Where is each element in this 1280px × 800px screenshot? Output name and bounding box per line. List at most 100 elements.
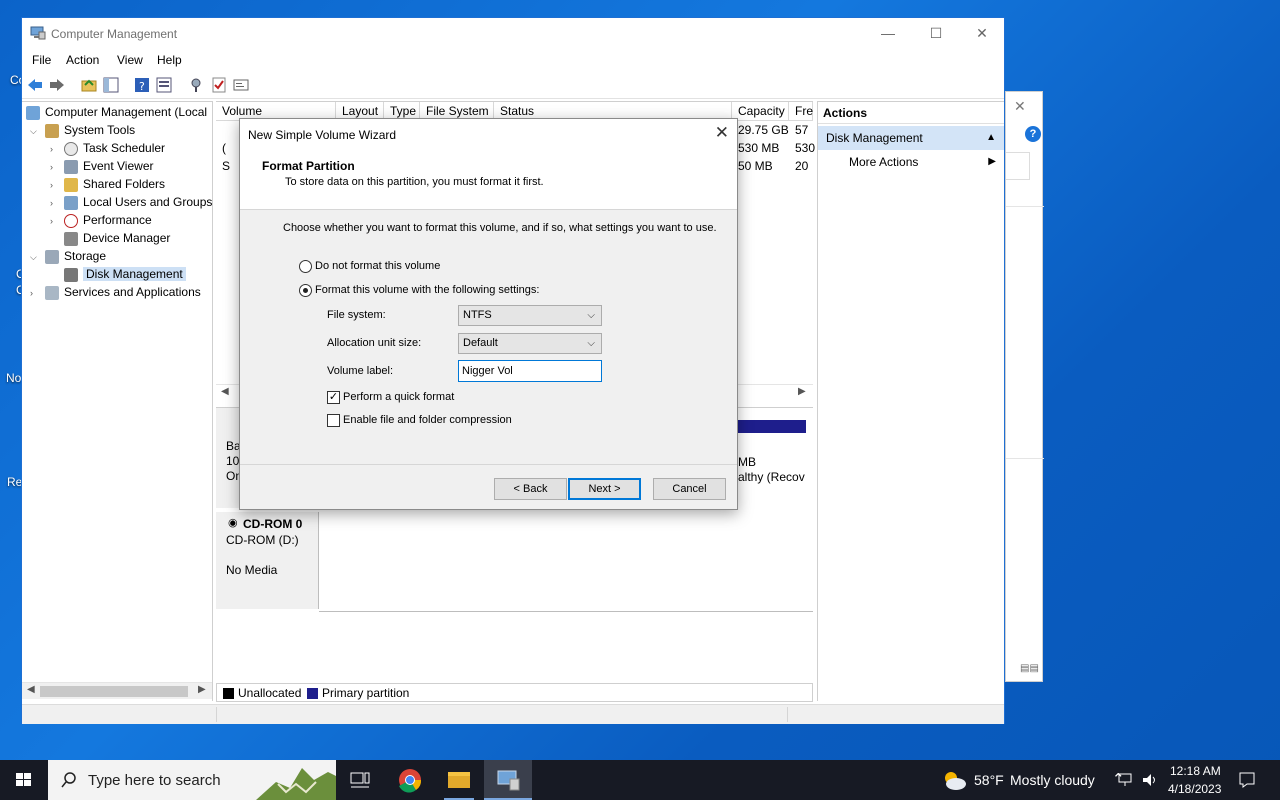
- tree-item-system-tools[interactable]: System Tools: [45, 121, 135, 139]
- compression-label[interactable]: Enable file and folder compression: [343, 414, 512, 426]
- column-free[interactable]: Fre: [789, 102, 813, 121]
- help-icon[interactable]: ?: [133, 76, 151, 94]
- chevron-right-icon[interactable]: ›: [30, 288, 33, 298]
- tree-item-storage[interactable]: Storage: [45, 247, 106, 265]
- actions-pane: Actions Disk Management ▲ More Actions ▶: [817, 101, 1004, 701]
- performance-icon: [64, 213, 78, 228]
- maximize-button[interactable]: ☐: [913, 18, 959, 49]
- tree-item-label: Services and Applications: [64, 285, 201, 299]
- scroll-left-icon[interactable]: ◀: [221, 386, 229, 397]
- clock-time[interactable]: 12:18 AM: [1170, 764, 1221, 778]
- tree-item-shared-folders[interactable]: Shared Folders: [64, 175, 165, 193]
- chrome-taskbar-button[interactable]: [386, 760, 434, 800]
- status-segment: [787, 707, 788, 722]
- search-box[interactable]: Type here to search: [48, 760, 336, 800]
- chevron-down-icon[interactable]: ⌵: [30, 126, 37, 137]
- scroll-left-icon[interactable]: ◀: [27, 684, 35, 695]
- radio-format-volume-label[interactable]: Format this volume with the following se…: [315, 284, 539, 296]
- menu-action[interactable]: Action: [66, 53, 99, 67]
- tree-horizontal-scrollbar[interactable]: ◀ ▶: [22, 682, 212, 699]
- more-actions-item[interactable]: More Actions ▶: [818, 150, 1004, 174]
- network-icon[interactable]: [1117, 772, 1135, 788]
- volume-label-input[interactable]: Nigger Vol: [458, 360, 602, 382]
- tree-item-device-manager[interactable]: Device Manager: [64, 229, 170, 247]
- minimize-button[interactable]: —: [865, 18, 911, 49]
- view-icon[interactable]: ▤▤: [1020, 663, 1040, 675]
- background-window[interactable]: ✕ ? ▤▤: [1005, 91, 1044, 682]
- scroll-right-icon[interactable]: ▶: [798, 386, 806, 397]
- computer-management-taskbar-button[interactable]: [484, 760, 532, 800]
- radio-do-not-format[interactable]: [299, 260, 312, 273]
- tree-item-disk-management[interactable]: Disk Management: [64, 265, 186, 283]
- chevron-right-icon[interactable]: ›: [50, 216, 53, 226]
- scroll-right-icon[interactable]: ▶: [198, 684, 206, 695]
- background-input[interactable]: [1006, 152, 1030, 180]
- volume-free: 57: [795, 123, 809, 137]
- chevron-right-icon[interactable]: ›: [50, 198, 53, 208]
- allocation-unit-select[interactable]: Default ⌵: [458, 333, 602, 354]
- show-hide-tree-icon[interactable]: [102, 76, 120, 94]
- scrollbar-thumb[interactable]: [40, 686, 188, 697]
- check-icon[interactable]: [210, 76, 228, 94]
- primary-partition-bar[interactable]: [736, 420, 806, 433]
- tree-root[interactable]: Computer Management (Local: [26, 103, 207, 121]
- menu-bar: File Action View Help: [22, 49, 1004, 71]
- menu-help[interactable]: Help: [157, 53, 182, 67]
- quick-format-label[interactable]: Perform a quick format: [343, 391, 454, 403]
- chevron-right-icon[interactable]: ›: [50, 144, 53, 154]
- volume-row-prefix[interactable]: (: [222, 141, 226, 155]
- volume-row-prefix[interactable]: S: [222, 159, 230, 173]
- task-view-button[interactable]: [336, 760, 384, 800]
- weather-condition[interactable]: Mostly cloudy: [1010, 772, 1095, 788]
- weather-temperature[interactable]: 58°F: [974, 772, 1004, 788]
- up-folder-icon[interactable]: [80, 76, 98, 94]
- clock-date[interactable]: 4/18/2023: [1168, 782, 1221, 796]
- users-icon: [64, 195, 78, 210]
- forward-arrow-icon[interactable]: [48, 76, 66, 94]
- back-arrow-icon[interactable]: [26, 76, 44, 94]
- new-simple-volume-wizard-dialog: New Simple Volume Wizard ✕ Format Partit…: [239, 118, 738, 510]
- menu-view[interactable]: View: [117, 53, 143, 67]
- weather-cloudy-icon[interactable]: [940, 768, 968, 792]
- export-list-icon[interactable]: [232, 76, 250, 94]
- cdrom-label[interactable]: ◉ CD-ROM 0 CD-ROM (D:) No Media: [216, 512, 319, 609]
- file-explorer-taskbar-button[interactable]: [435, 760, 483, 800]
- chevron-right-icon[interactable]: ›: [50, 180, 53, 190]
- desktop-icon-label[interactable]: No: [6, 371, 21, 385]
- radio-format-volume[interactable]: [299, 284, 312, 297]
- compression-checkbox[interactable]: [327, 414, 340, 427]
- properties-icon[interactable]: [155, 76, 173, 94]
- radio-do-not-format-label[interactable]: Do not format this volume: [315, 260, 440, 272]
- volume-icon[interactable]: [1141, 772, 1159, 788]
- help-icon[interactable]: ?: [1025, 126, 1041, 142]
- next-button[interactable]: Next >: [568, 478, 641, 500]
- close-icon[interactable]: ✕: [1014, 98, 1026, 115]
- connect-icon[interactable]: [187, 76, 205, 94]
- tree-item-local-users[interactable]: Local Users and Groups: [64, 193, 212, 211]
- close-icon[interactable]: ✕: [715, 123, 729, 143]
- quick-format-checkbox[interactable]: ✓: [327, 391, 340, 404]
- tree-item-performance[interactable]: Performance: [64, 211, 152, 229]
- chevron-down-icon[interactable]: ⌵: [30, 252, 37, 263]
- partition-size: MB: [738, 455, 756, 469]
- column-capacity[interactable]: Capacity: [732, 102, 789, 121]
- tree-item-task-scheduler[interactable]: Task Scheduler: [64, 139, 165, 157]
- search-icon: [61, 772, 76, 788]
- menu-file[interactable]: File: [32, 53, 51, 67]
- shared-folder-icon: [64, 177, 78, 192]
- start-button[interactable]: [0, 760, 48, 800]
- tree-item-services-apps[interactable]: Services and Applications: [45, 283, 201, 301]
- chevron-right-icon[interactable]: ›: [50, 162, 53, 172]
- file-system-select[interactable]: NTFS ⌵: [458, 305, 602, 326]
- collapse-icon[interactable]: ▲: [986, 126, 996, 150]
- close-button[interactable]: ✕: [959, 18, 1005, 49]
- chevron-right-icon: ▶: [988, 156, 996, 167]
- cancel-button[interactable]: Cancel: [653, 478, 726, 500]
- actions-section-disk-management[interactable]: Disk Management ▲: [818, 126, 1004, 150]
- tree-item-event-viewer[interactable]: Event Viewer: [64, 157, 153, 175]
- back-button[interactable]: < Back: [494, 478, 567, 500]
- notifications-icon[interactable]: [1238, 771, 1256, 789]
- divider: [240, 464, 737, 465]
- volume-capacity: 50 MB: [738, 159, 773, 173]
- title-bar[interactable]: Computer Management — ☐ ✕: [22, 18, 1004, 49]
